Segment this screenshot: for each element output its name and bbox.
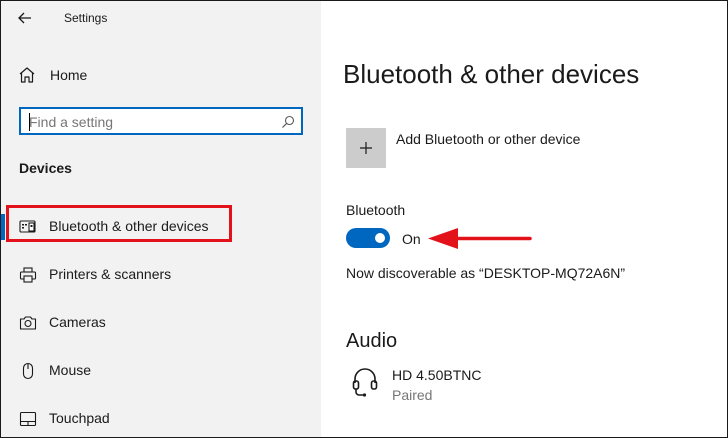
sidebar-item-label: Touchpad: [49, 410, 110, 426]
bluetooth-toggle[interactable]: [346, 228, 390, 248]
sidebar-item-mouse[interactable]: Mouse: [1, 351, 321, 391]
audio-heading: Audio: [346, 330, 398, 352]
sidebar-item-label: Bluetooth & other devices: [49, 218, 209, 234]
sidebar-item-bluetooth[interactable]: Bluetooth & other devices: [1, 207, 321, 247]
discoverable-status: Now discoverable as “DESKTOP-MQ72A6N”: [346, 265, 626, 281]
bluetooth-devices-icon: [19, 220, 36, 233]
page-title: Bluetooth & other devices: [343, 59, 640, 89]
camera-icon: [19, 316, 37, 330]
back-button[interactable]: [11, 5, 39, 31]
sidebar: Settings Home Devices: [1, 1, 321, 437]
search-icon[interactable]: [281, 115, 295, 129]
home-label: Home: [50, 67, 88, 83]
sidebar-item-printers[interactable]: Printers & scanners: [1, 255, 321, 295]
settings-window: Settings Home Devices: [0, 0, 728, 438]
device-status: Paired: [392, 387, 433, 403]
mouse-icon: [22, 362, 34, 380]
plus-icon: [360, 142, 372, 154]
sidebar-item-label: Mouse: [49, 362, 92, 378]
sidebar-item-cameras[interactable]: Cameras: [1, 303, 321, 343]
headset-icon: [352, 368, 378, 397]
selection-indicator: [1, 214, 5, 240]
search-box[interactable]: [19, 107, 303, 135]
section-heading-devices: Devices: [19, 160, 72, 176]
touchpad-icon: [19, 411, 37, 427]
main-content: Bluetooth & other devices Add Bluetooth …: [321, 1, 727, 437]
toggle-knob: [375, 233, 385, 243]
back-arrow-icon: [18, 12, 31, 24]
search-input[interactable]: [29, 112, 269, 132]
bluetooth-label: Bluetooth: [346, 202, 406, 218]
device-name: HD 4.50BTNC: [392, 367, 482, 383]
sidebar-item-label: Cameras: [49, 314, 106, 330]
text-caret: [29, 113, 30, 131]
app-title: Settings: [64, 11, 108, 25]
home-icon: [19, 67, 35, 83]
sidebar-item-home[interactable]: Home: [1, 59, 321, 91]
bluetooth-state-label: On: [402, 231, 421, 247]
sidebar-item-touchpad[interactable]: Touchpad: [1, 399, 321, 437]
audio-device-item[interactable]: HD 4.50BTNC Paired: [346, 363, 706, 407]
add-device-label[interactable]: Add Bluetooth or other device: [396, 131, 580, 147]
printer-icon: [19, 267, 37, 283]
add-device-button[interactable]: [346, 128, 386, 168]
red-arrow-annotation-icon: [428, 228, 532, 249]
sidebar-item-label: Printers & scanners: [49, 266, 172, 282]
